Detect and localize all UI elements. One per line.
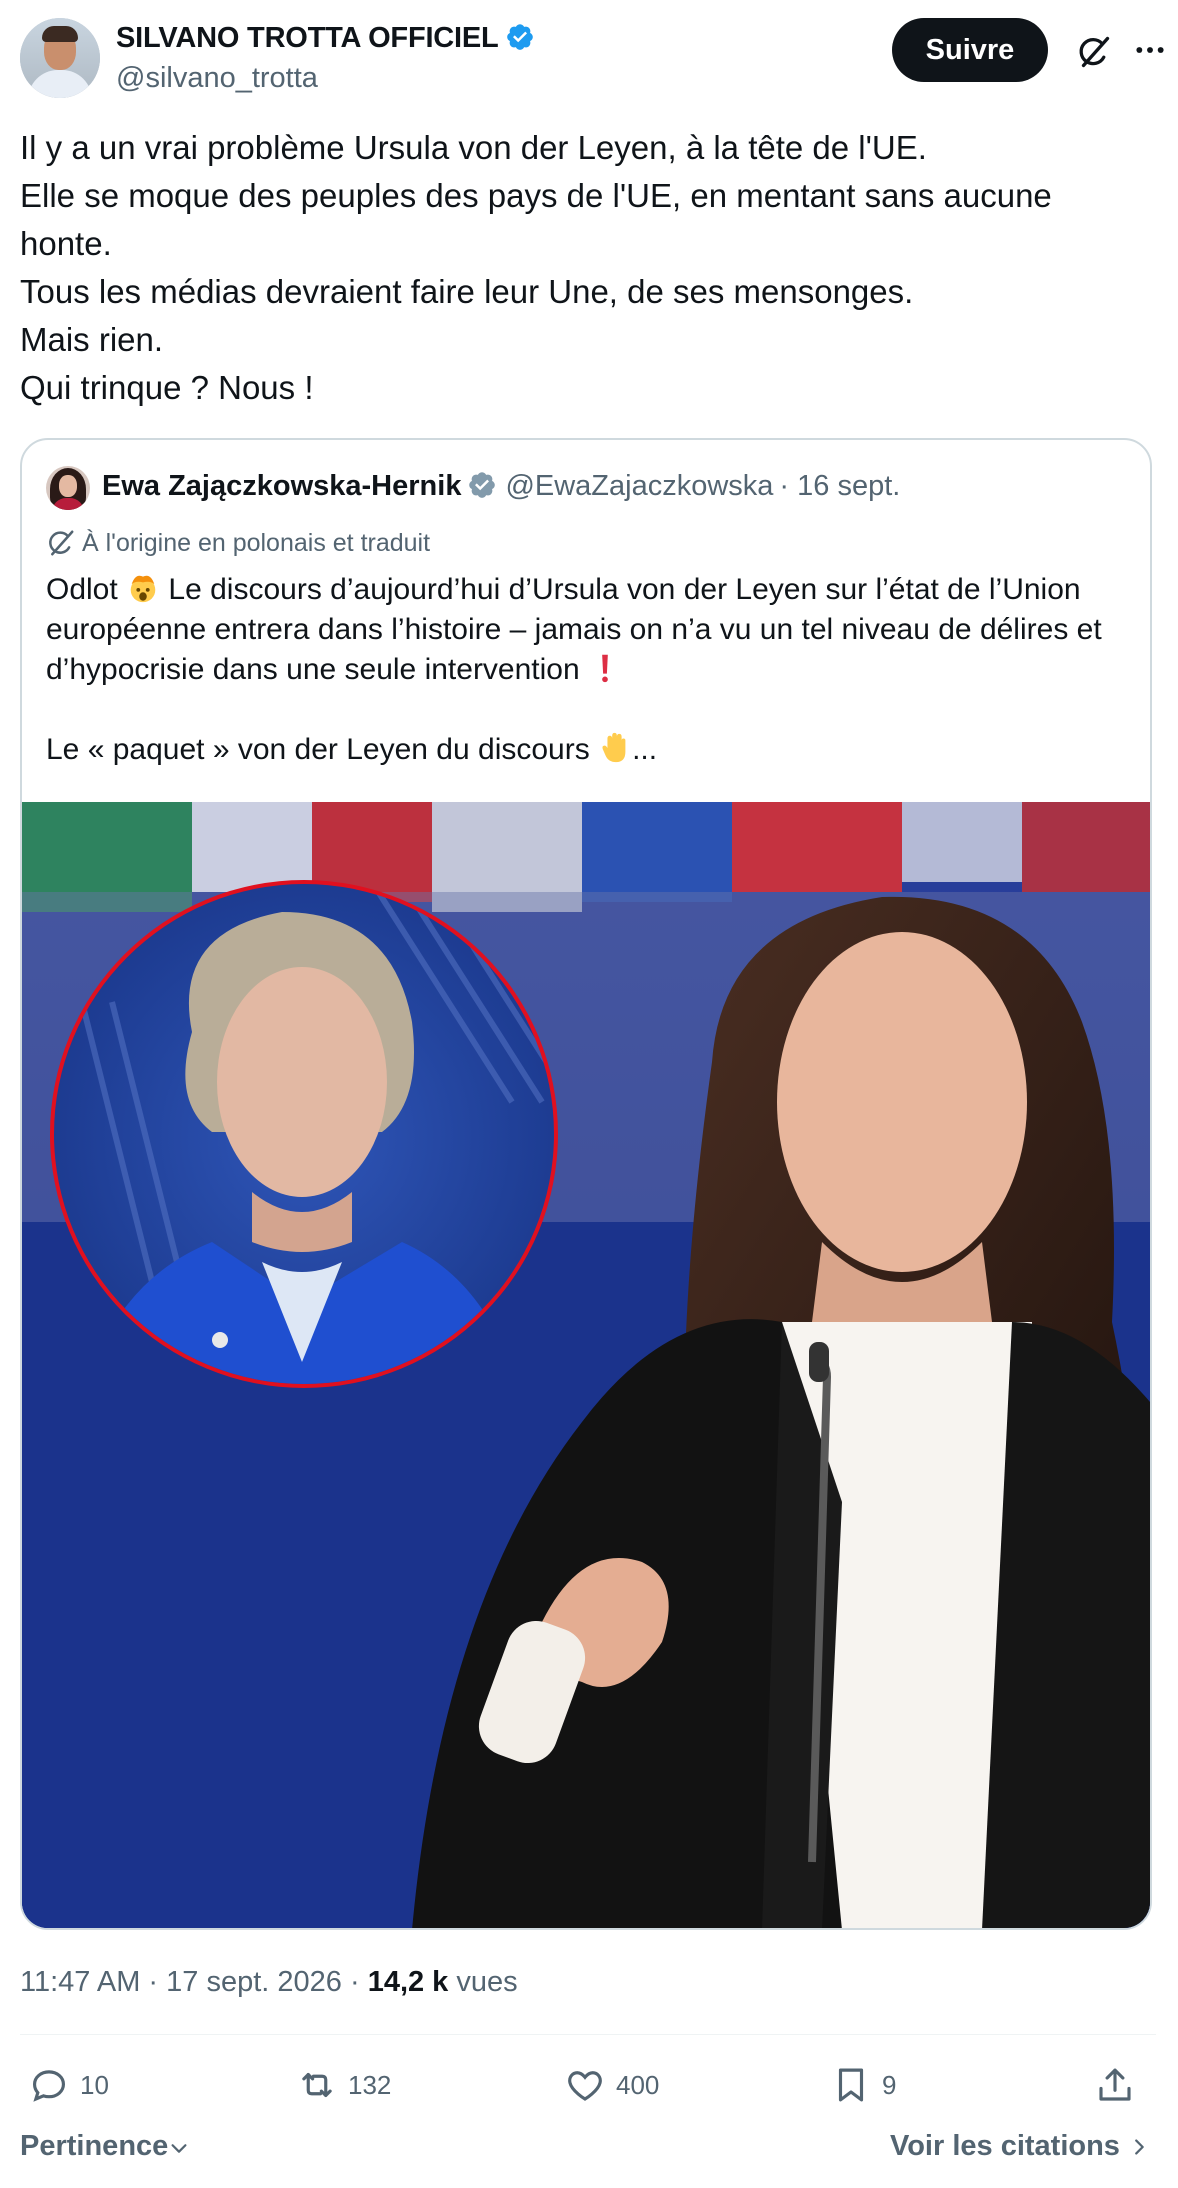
- bookmark-count: 9: [882, 2069, 897, 2100]
- reply-button[interactable]: 10: [28, 2060, 109, 2110]
- post-text-line: Mais rien.: [20, 321, 164, 358]
- reply-count: 10: [80, 2069, 109, 2100]
- post-text-line: Il y a un vrai problème Ursula von der L…: [20, 129, 927, 166]
- view-quotes-label: Voir les citations: [890, 2130, 1120, 2162]
- views-count: 14,2 k: [367, 1966, 449, 1998]
- quoted-author-handle[interactable]: @EwaZajaczkowska: [505, 470, 773, 502]
- quoted-post[interactable]: Ewa Zajączkowska-Hernik @EwaZajaczkowska ·…: [20, 438, 1152, 1930]
- post-timestamp: 11:47 AM · 17 sept. 2026 · 14,2 k vues: [20, 1966, 518, 1999]
- author-name-row[interactable]: SILVANO TROTTA OFFICIEL: [116, 22, 535, 55]
- exploding-head-emoji-icon: [130, 575, 156, 603]
- repost-count: 132: [348, 2069, 392, 2100]
- verified-badge-icon: [506, 24, 533, 50]
- author-avatar[interactable]: [20, 18, 100, 98]
- quoted-text-ellipsis: ...: [632, 733, 658, 766]
- action-bar: 10 132 400 9: [20, 2060, 1156, 2110]
- quoted-text-word: Odlot: [46, 573, 118, 606]
- replies-toolbar: Pertinence Voir les citations: [20, 2130, 1156, 2170]
- translation-note: À l'origine en polonais et traduit: [46, 528, 430, 558]
- follow-button[interactable]: Suivre: [892, 18, 1048, 82]
- divider: [20, 2034, 1156, 2035]
- chevron-down-icon: [171, 2144, 187, 2153]
- like-button[interactable]: 400: [564, 2060, 659, 2110]
- repost-icon: [302, 2072, 332, 2098]
- verified-badge-icon: [469, 472, 496, 498]
- repost-button[interactable]: 132: [296, 2060, 391, 2110]
- exclamation-emoji-icon: [602, 654, 608, 683]
- raised-hand-emoji-icon: [602, 732, 626, 763]
- post-text-line: honte.: [20, 225, 112, 262]
- post-text-line: Elle se moque des peuples des pays de l'…: [20, 177, 1052, 214]
- more-icon[interactable]: [1134, 34, 1166, 66]
- quoted-post-image[interactable]: [22, 802, 1150, 1928]
- quoted-text-line: d’hypocrisie dans une seule intervention: [46, 653, 580, 686]
- translation-note-text: À l'origine en polonais et traduit: [82, 529, 431, 557]
- post-text-line: Qui trinque ? Nous !: [20, 369, 314, 406]
- like-count: 400: [616, 2069, 660, 2100]
- reply-icon: [32, 2070, 66, 2102]
- quoted-post-date[interactable]: · 16 sept.: [779, 470, 900, 502]
- grok-icon[interactable]: [1076, 34, 1112, 70]
- post-header: SILVANO TROTTA OFFICIEL @silvano_trotta …: [20, 18, 1164, 102]
- bookmark-icon: [838, 2068, 864, 2102]
- chevron-right-icon: [1135, 2139, 1144, 2155]
- quoted-author-name[interactable]: Ewa Zajączkowska-Hernik: [102, 470, 461, 502]
- translate-icon: [49, 530, 74, 556]
- quoted-text-line: européenne entrera dans l’histoire – jam…: [46, 613, 1102, 646]
- author-handle[interactable]: @silvano_trotta: [116, 62, 318, 95]
- share-icon: [1099, 2068, 1131, 2101]
- quoted-text-line: Le discours d’aujourd’hui d’Ursula von d…: [168, 573, 1081, 606]
- post-text-line: Tous les médias devraient faire leur Une…: [20, 273, 914, 310]
- author-name[interactable]: SILVANO TROTTA OFFICIEL: [116, 22, 499, 54]
- share-button[interactable]: [1094, 2060, 1146, 2110]
- post-time-date[interactable]: 11:47 AM · 17 sept. 2026 ·: [20, 1966, 360, 1998]
- post-text: Il y a un vrai problème Ursula von der L…: [20, 124, 1150, 412]
- quoted-author-row: Ewa Zajączkowska-Hernik @EwaZajaczkowska ·…: [102, 470, 900, 503]
- view-quotes-link[interactable]: Voir les citations: [890, 2130, 1150, 2163]
- quoted-post-header: Ewa Zajączkowska-Hernik @EwaZajaczkowska ·…: [46, 466, 1126, 510]
- photo-illustration: [22, 802, 1150, 1928]
- like-icon: [568, 2071, 602, 2101]
- views-label: vues: [456, 1966, 518, 1998]
- quoted-text-line: Le « paquet » von der Leyen du discours: [46, 733, 590, 766]
- sort-label: Pertinence: [20, 2130, 169, 2162]
- sort-dropdown[interactable]: Pertinence: [20, 2130, 190, 2163]
- quoted-post-text: Odlot Le discours d’aujourd’hui d’Ursula…: [46, 570, 1136, 770]
- bookmark-button[interactable]: 9: [830, 2060, 896, 2110]
- quoted-author-avatar[interactable]: [46, 466, 90, 510]
